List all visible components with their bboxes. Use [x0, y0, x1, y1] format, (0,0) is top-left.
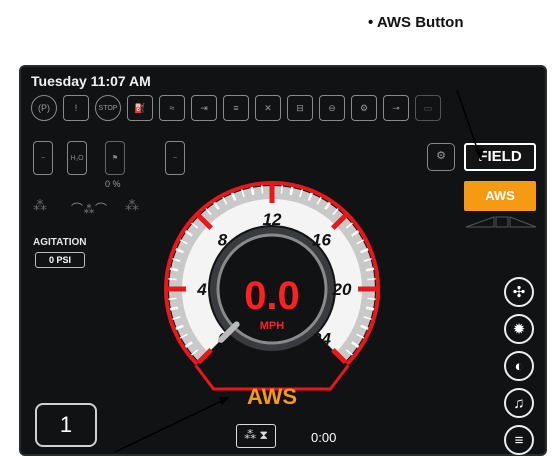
speedometer: 04812162024 0.0MPHAWS: [164, 181, 380, 409]
music-icon[interactable]: ♫: [504, 388, 534, 418]
gauge-tick: [169, 306, 179, 311]
gauge-tick-label: 24: [311, 329, 331, 348]
display-screen: Tuesday 11:07 AM (P) ! STOP ⛽ ≈ ⇥ ≡ ✕ ⊟ …: [19, 65, 547, 456]
gauge-tick: [261, 185, 264, 194]
timer-value: 0:00: [311, 430, 337, 445]
gauge-tick: [169, 267, 179, 272]
gauge-tick-label: 12: [263, 210, 282, 229]
speed-value: 0.0: [244, 274, 300, 318]
speed-unit: MPH: [260, 320, 285, 332]
headlight-icon[interactable]: ◐: [504, 351, 534, 381]
gauge-tick-label: 16: [312, 231, 331, 250]
hourglass-icon[interactable]: ⁂ ⧗: [236, 424, 276, 448]
gauge-tick: [289, 186, 294, 196]
gauge-tick-label: 20: [332, 280, 352, 299]
gauge-tick: [168, 278, 177, 281]
menu-icon[interactable]: ≡: [504, 425, 534, 455]
side-icon-column: ✣ ✹ ◐ ♫ ≡: [504, 277, 534, 455]
callout-label: • AWS Button: [368, 14, 464, 31]
gauge-tick: [367, 278, 376, 281]
gauge-tick: [367, 297, 376, 300]
gauge-tick: [365, 306, 375, 311]
gauge-tick: [250, 186, 255, 196]
gauge-tick-label: 4: [196, 280, 207, 299]
gauge-tick: [365, 267, 375, 272]
gear-indicator: 1: [35, 403, 97, 447]
gauge-tick-label: 8: [218, 231, 228, 250]
fan-icon[interactable]: ✣: [504, 277, 534, 307]
gauge-tick: [168, 297, 177, 300]
gauge-tick: [280, 185, 283, 194]
steering-mode-label: AWS: [247, 384, 297, 409]
brightness-icon[interactable]: ✹: [504, 314, 534, 344]
